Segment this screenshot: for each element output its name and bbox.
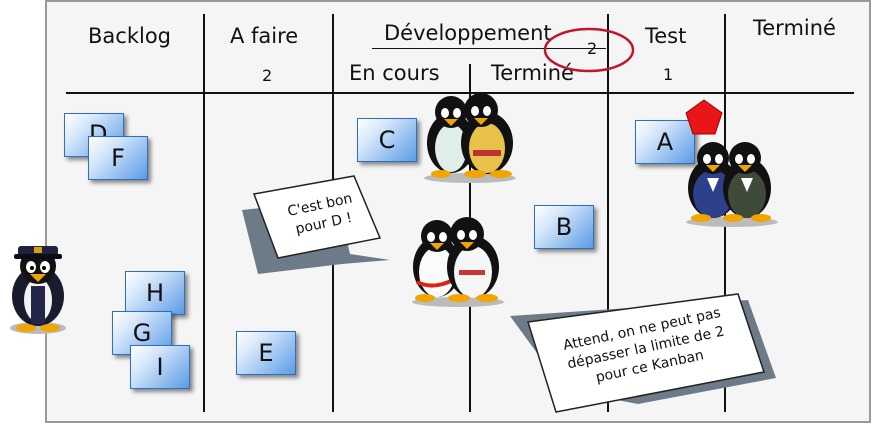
speech-bubble-left: C'est bon pour D ! xyxy=(238,175,398,274)
column-divider xyxy=(203,14,205,412)
kanban-card[interactable]: C xyxy=(357,118,417,162)
kanban-card[interactable]: I xyxy=(130,345,190,389)
column-header-test: Test xyxy=(645,24,687,48)
penguin-pilot-icon xyxy=(10,246,66,334)
column-header-todo: A faire xyxy=(230,24,299,48)
column-header-dev: Développement xyxy=(384,21,552,45)
kanban-card[interactable]: E xyxy=(236,331,296,375)
kanban-card[interactable]: H xyxy=(125,271,185,315)
wip-limit-todo: 2 xyxy=(262,66,273,85)
speech-bubble-right: Attend, on ne peut pas dépasser la limit… xyxy=(508,293,778,414)
column-header-done: Terminé xyxy=(753,16,836,40)
wip-limit-test: 1 xyxy=(663,65,674,84)
penguin-pair-icon xyxy=(424,93,516,183)
column-header-dev-in-progress: En cours xyxy=(349,61,440,85)
red-pentagon-icon xyxy=(685,99,723,135)
limit-highlight-circle xyxy=(543,27,635,73)
column-header-backlog: Backlog xyxy=(88,24,171,48)
kanban-card[interactable]: B xyxy=(534,205,594,249)
kanban-card[interactable]: F xyxy=(88,136,148,180)
penguin-pair-icon xyxy=(412,217,504,307)
penguin-pair-icon xyxy=(686,142,778,227)
